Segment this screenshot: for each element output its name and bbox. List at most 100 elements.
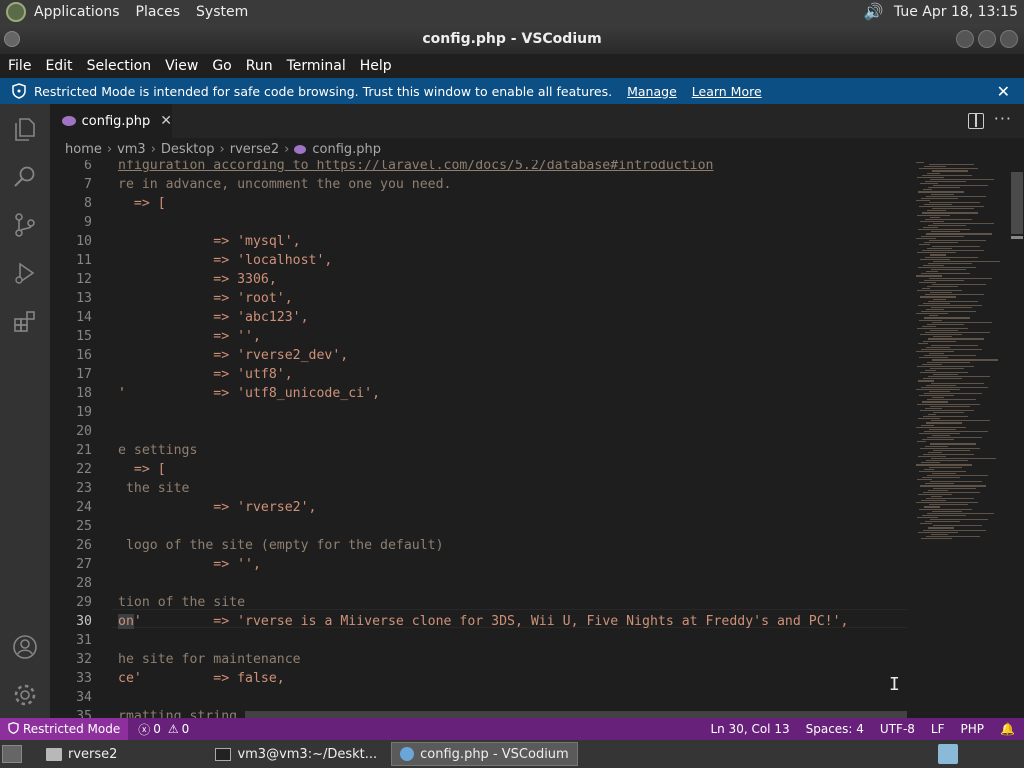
breadcrumb-desktop[interactable]: Desktop xyxy=(161,142,215,157)
code-line[interactable]: 23 the site xyxy=(50,479,910,498)
language-mode[interactable]: PHP xyxy=(961,722,985,736)
system-menu[interactable]: System xyxy=(188,4,256,20)
restricted-mode-status[interactable]: Restricted Mode xyxy=(0,718,129,740)
code-editor[interactable]: 6 nfiguration according to https://larave… xyxy=(50,160,1024,718)
volume-icon[interactable]: 🔊 xyxy=(864,3,884,21)
breadcrumb-home[interactable]: home xyxy=(65,142,102,157)
task-rverse2[interactable]: rverse2 xyxy=(38,742,125,766)
close-icon[interactable]: ✕ xyxy=(997,82,1010,101)
breadcrumb-vm3[interactable]: vm3 xyxy=(117,142,146,157)
code-line[interactable]: 30 on' => 'rverse is a Miiverse clone for… xyxy=(50,612,910,631)
code-line[interactable]: 31 xyxy=(50,631,910,650)
code-line[interactable]: 20 xyxy=(50,422,910,441)
manage-link[interactable]: Manage xyxy=(627,84,677,99)
code-line[interactable]: 15 => '', xyxy=(50,327,910,346)
end-of-line[interactable]: LF xyxy=(931,722,945,736)
code-line[interactable]: 29 tion of the site xyxy=(50,593,910,612)
explorer-icon[interactable] xyxy=(12,116,38,142)
extensions-icon[interactable] xyxy=(12,308,38,334)
minimap-line xyxy=(925,445,948,447)
learn-more-link[interactable]: Learn More xyxy=(692,84,762,99)
code-line[interactable]: 32 he site for maintenance xyxy=(50,650,910,669)
line-number: 31 xyxy=(76,633,92,648)
breadcrumb-config-php[interactable]: config.php xyxy=(312,142,381,157)
bell-icon[interactable]: 🔔 xyxy=(1000,722,1015,736)
minimap-line xyxy=(929,428,956,430)
encoding[interactable]: UTF-8 xyxy=(880,722,915,736)
tab-config-php[interactable]: config.php ✕ xyxy=(50,104,172,138)
clock[interactable]: Tue Apr 18, 13:15 xyxy=(894,4,1018,20)
code-line[interactable]: 6 nfiguration according to https://larave… xyxy=(50,160,910,175)
code-line[interactable]: 21 e settings xyxy=(50,441,910,460)
more-actions-icon[interactable]: ··· xyxy=(994,109,1012,128)
minimap-line xyxy=(916,351,954,353)
run-debug-icon[interactable] xyxy=(12,260,38,286)
gear-icon[interactable] xyxy=(12,682,38,708)
search-icon[interactable] xyxy=(12,164,38,190)
code-line[interactable]: 34 xyxy=(50,688,910,707)
minimap-line xyxy=(918,304,982,306)
code-line[interactable]: 24 => 'rverse2', xyxy=(50,498,910,517)
code-line[interactable]: 9 xyxy=(50,213,910,232)
task-label: vm3@vm3:~/Deskt... xyxy=(237,746,378,762)
code-line[interactable]: 19 xyxy=(50,403,910,422)
source-control-icon[interactable] xyxy=(12,212,38,238)
places-menu[interactable]: Places xyxy=(128,4,189,20)
vertical-scrollbar[interactable] xyxy=(1011,172,1023,234)
task-terminal[interactable]: vm3@vm3:~/Deskt... xyxy=(207,742,385,766)
close-window-button[interactable] xyxy=(1000,30,1018,48)
code-line[interactable]: 11 => 'localhost', xyxy=(50,251,910,270)
code-line[interactable]: 17 => 'utf8', xyxy=(50,365,910,384)
line-number: 14 xyxy=(76,310,92,325)
code-line[interactable]: 27 => '', xyxy=(50,555,910,574)
menu-run[interactable]: Run xyxy=(239,58,280,74)
minimap[interactable] xyxy=(912,162,1010,542)
code-line[interactable]: 8 => [ xyxy=(50,194,910,213)
maximize-button[interactable] xyxy=(978,30,996,48)
code-line[interactable]: 14 => 'abc123', xyxy=(50,308,910,327)
code-line[interactable]: 13 => 'root', xyxy=(50,289,910,308)
php-file-icon xyxy=(62,116,76,126)
menu-selection[interactable]: Selection xyxy=(80,58,159,74)
minimap-line xyxy=(919,243,930,246)
window-menu-icon[interactable] xyxy=(4,31,20,47)
tray-vscodium-icon[interactable] xyxy=(938,744,958,764)
code-line[interactable]: 22 => [ xyxy=(50,460,910,479)
code-line[interactable]: 16 => 'rverse2_dev', xyxy=(50,346,910,365)
minimap-line xyxy=(916,388,960,390)
minimize-button[interactable] xyxy=(956,30,974,48)
line-code: on' => 'rverse is a Miiverse clone for 3… xyxy=(118,614,849,629)
code-line[interactable]: 10 => 'mysql', xyxy=(50,232,910,251)
minimap-line xyxy=(929,504,968,506)
menu-terminal[interactable]: Terminal xyxy=(280,58,353,74)
split-editor-icon[interactable] xyxy=(968,113,984,129)
line-number: 21 xyxy=(76,443,92,458)
menu-view[interactable]: View xyxy=(158,58,205,74)
line-code: => 'rverse2_dev', xyxy=(118,348,349,363)
close-tab-icon[interactable]: ✕ xyxy=(160,113,172,129)
account-icon[interactable] xyxy=(12,634,38,660)
code-line[interactable]: 7 re in advance, uncomment the one you ne… xyxy=(50,175,910,194)
problems-status[interactable]: ⓧ 0 ⚠ 0 xyxy=(138,721,189,738)
menu-edit[interactable]: Edit xyxy=(38,58,79,74)
distro-logo-icon[interactable] xyxy=(6,2,26,22)
show-desktop-icon[interactable] xyxy=(2,745,22,763)
applications-menu[interactable]: Applications xyxy=(26,4,128,20)
task-vscodium[interactable]: config.php - VSCodium xyxy=(391,742,578,766)
code-line[interactable]: 28 xyxy=(50,574,910,593)
code-line[interactable]: 12 => 3306, xyxy=(50,270,910,289)
code-line[interactable]: 33 ce' => false, xyxy=(50,669,910,688)
code-line[interactable]: 18 ' => 'utf8_unicode_ci', xyxy=(50,384,910,403)
code-line[interactable]: 25 xyxy=(50,517,910,536)
menu-file[interactable]: File xyxy=(0,58,38,74)
code-line[interactable]: 26 logo of the site (empty for the defau… xyxy=(50,536,910,555)
cursor-position[interactable]: Ln 30, Col 13 xyxy=(710,722,789,736)
breadcrumb-rverse2[interactable]: rverse2 xyxy=(230,142,279,157)
line-number: 17 xyxy=(76,367,92,382)
menu-go[interactable]: Go xyxy=(205,58,238,74)
menu-help[interactable]: Help xyxy=(353,58,399,74)
minimap-line xyxy=(929,315,938,317)
horizontal-scrollbar[interactable] xyxy=(245,711,907,718)
minimap-line xyxy=(916,237,936,239)
indentation[interactable]: Spaces: 4 xyxy=(806,722,864,736)
